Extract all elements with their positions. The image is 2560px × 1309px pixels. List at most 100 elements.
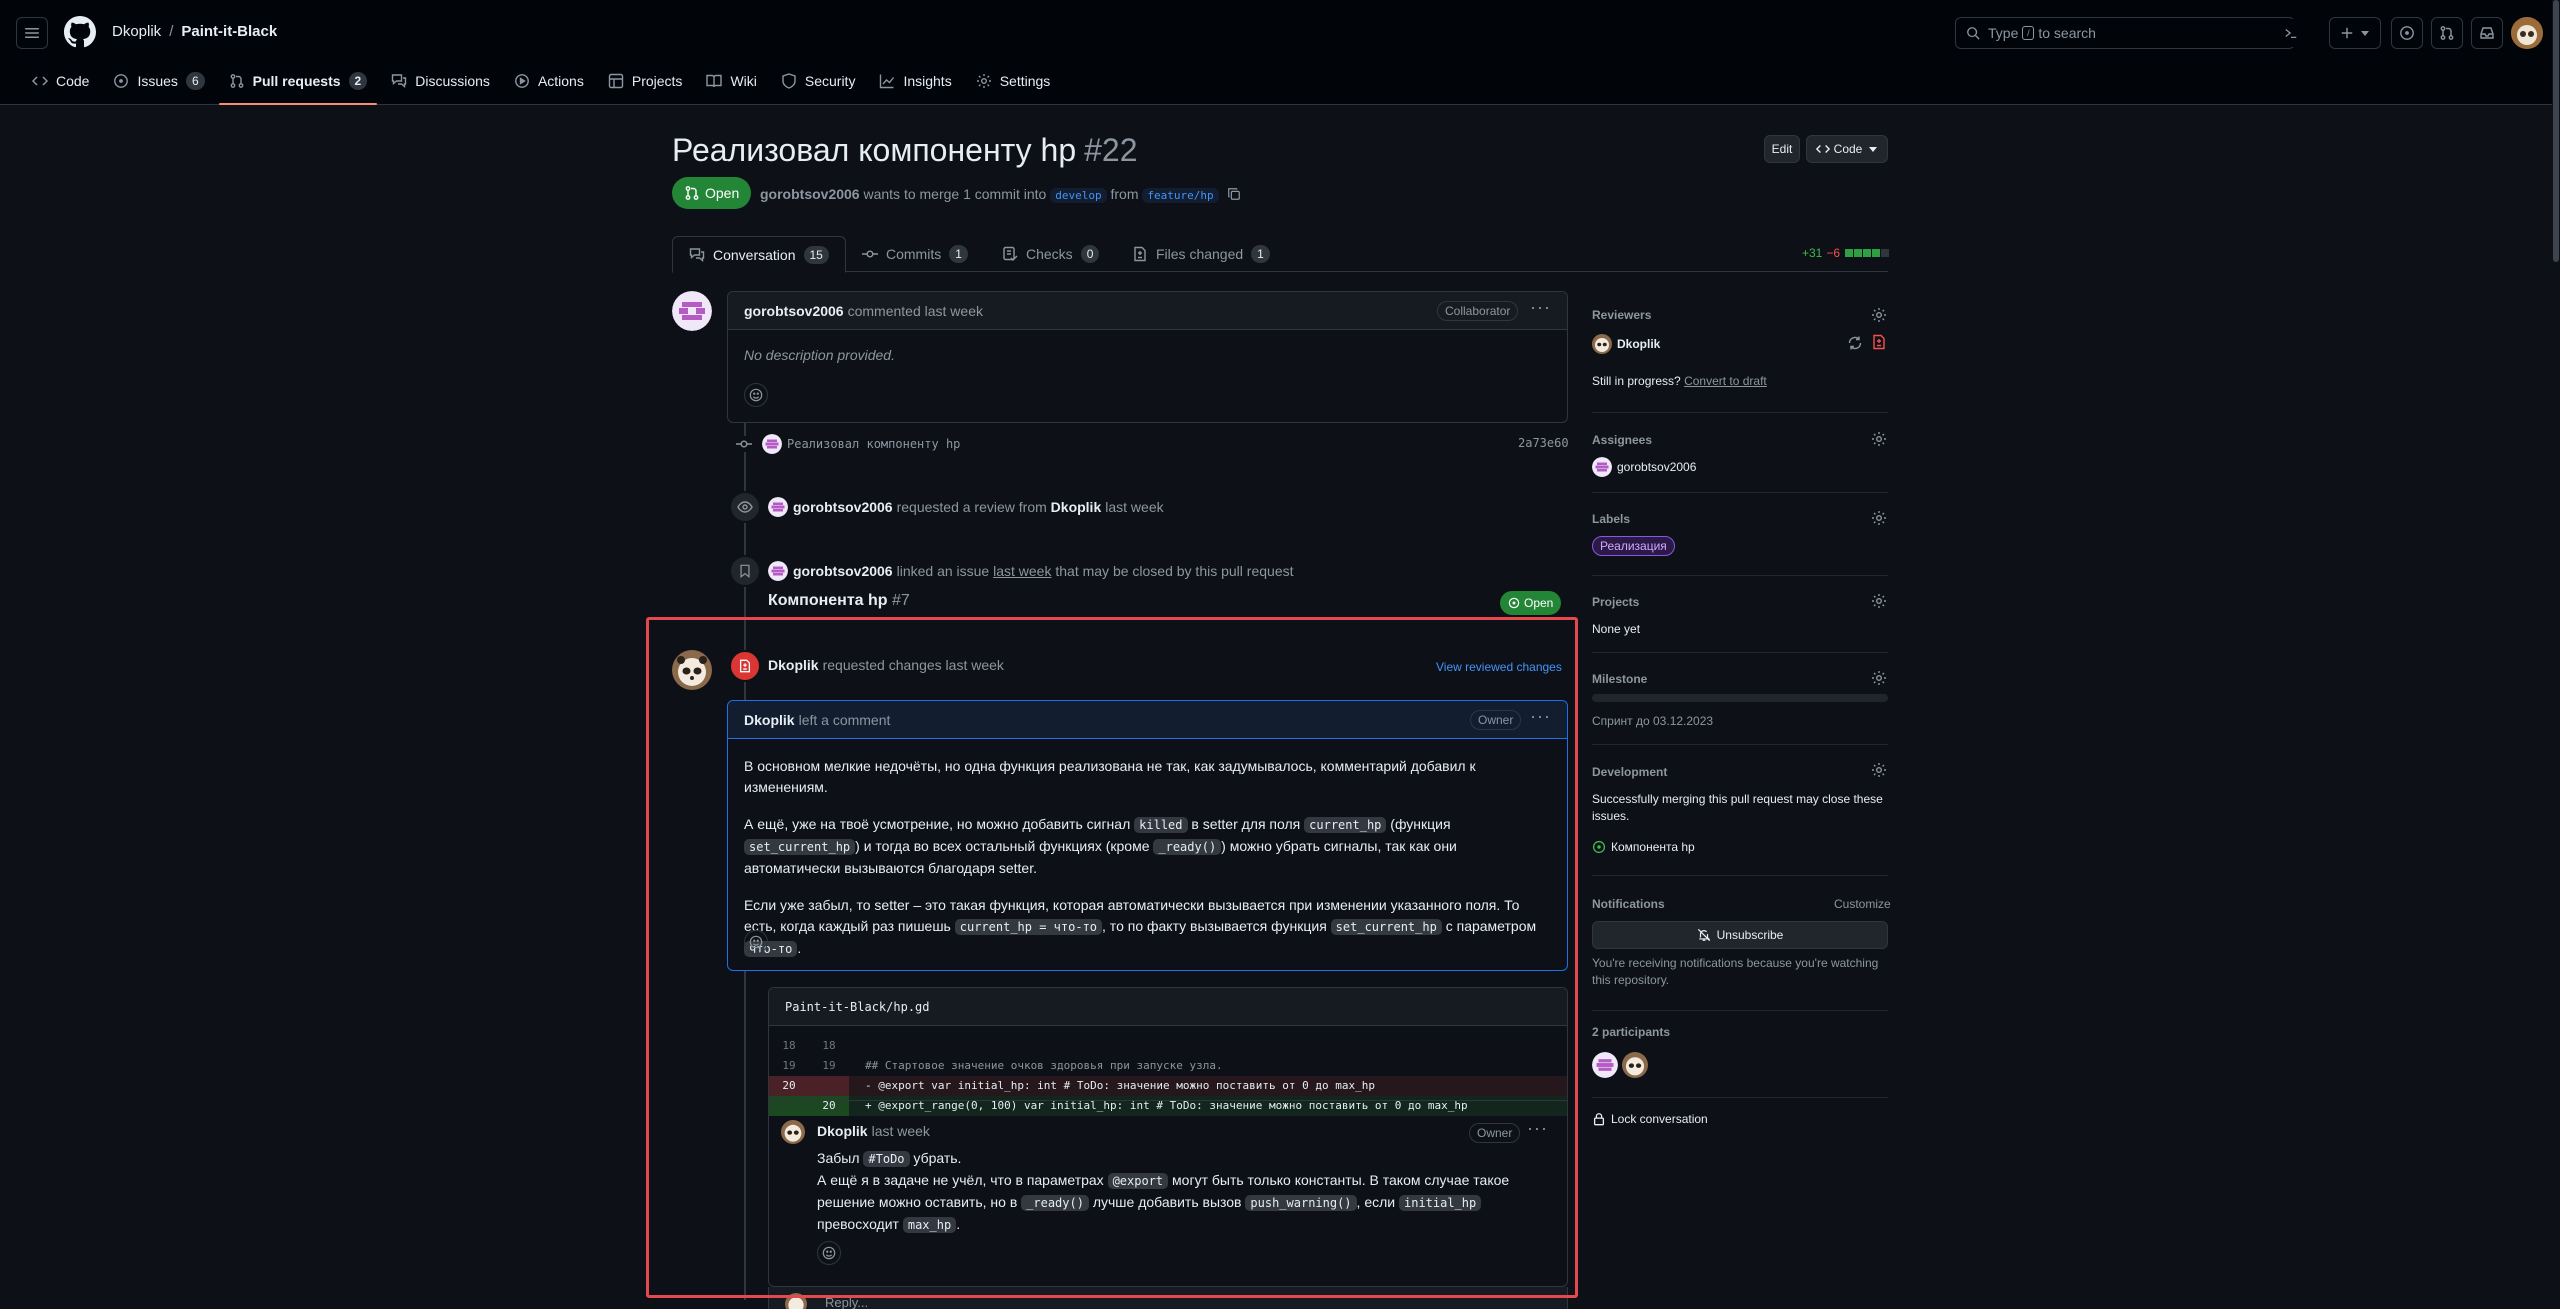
issues-button[interactable] xyxy=(2391,17,2423,49)
customize-link[interactable]: Customize xyxy=(1834,897,1891,911)
tab-projects[interactable]: Projects xyxy=(598,66,693,96)
draft-hint: Still in progress? Convert to draft xyxy=(1592,374,1767,388)
code-dropdown-button[interactable]: Code xyxy=(1806,135,1888,163)
head-branch[interactable]: feature/hp xyxy=(1142,188,1219,203)
milestone-value[interactable]: Спринт до 03.12.2023 xyxy=(1592,714,1713,728)
commit-message[interactable]: Реализовал компоненту hp xyxy=(787,437,960,451)
tab-pull-requests[interactable]: Pull requests 2 xyxy=(218,66,378,105)
comment-options-button[interactable]: ··· xyxy=(1530,297,1551,318)
linked-issue-title[interactable]: Компонента hp #7 xyxy=(768,592,910,610)
divider xyxy=(1592,575,1888,576)
book-icon xyxy=(706,74,723,88)
tab-conversation[interactable]: Conversation 15 xyxy=(672,236,846,273)
actor-avatar[interactable] xyxy=(768,497,788,517)
tab-security-label: Security xyxy=(804,73,856,89)
diffstat-block xyxy=(1863,249,1872,257)
breadcrumb: Dkoplik / Paint-it-Black xyxy=(112,23,277,40)
tab-commits[interactable]: Commits 1 xyxy=(846,236,984,272)
sync-icon[interactable] xyxy=(1847,335,1863,351)
development-heading: Development xyxy=(1592,765,1668,779)
user-avatar[interactable] xyxy=(2511,17,2543,49)
tab-code[interactable]: Code xyxy=(22,66,99,96)
scrollbar-thumb[interactable] xyxy=(2553,0,2559,262)
tab-security[interactable]: Security xyxy=(771,66,866,96)
owner-link[interactable]: Dkoplik xyxy=(112,23,161,40)
smiley-icon xyxy=(749,388,763,402)
search-input[interactable]: Type / to search xyxy=(1955,17,2295,49)
inbox-icon xyxy=(2480,27,2494,39)
development-issue[interactable]: Компонента hp xyxy=(1592,840,1695,854)
issues-count: 6 xyxy=(185,72,205,90)
add-reaction-button[interactable] xyxy=(744,383,768,407)
development-text: Successfully merging this pull request m… xyxy=(1592,792,1883,823)
tab-settings[interactable]: Settings xyxy=(966,66,1061,96)
identicon-avatar-icon xyxy=(1592,457,1612,477)
event-time: last week xyxy=(1105,499,1164,515)
participant-avatar[interactable] xyxy=(1622,1052,1648,1078)
command-palette-button[interactable] xyxy=(2277,19,2305,47)
play-icon xyxy=(515,74,529,88)
gear-icon[interactable] xyxy=(1871,593,1887,609)
gear-icon[interactable] xyxy=(1871,762,1887,778)
unsubscribe-label: Unsubscribe xyxy=(1716,928,1784,942)
event-text-2: that may be closed by this pull request xyxy=(1055,563,1294,579)
actor-link[interactable]: gorobtsov2006 xyxy=(793,563,893,579)
diffstat: +31 −6 xyxy=(1802,246,1890,260)
gear-icon[interactable] xyxy=(1871,510,1887,526)
author-avatar[interactable] xyxy=(672,291,712,331)
gear-icon[interactable] xyxy=(1871,431,1887,447)
gear-icon[interactable] xyxy=(1871,670,1887,686)
repo-link[interactable]: Paint-it-Black xyxy=(181,23,277,40)
tab-actions[interactable]: Actions xyxy=(504,66,594,96)
lock-conversation-button[interactable]: Lock conversation xyxy=(1592,1112,1708,1126)
actor-link[interactable]: gorobtsov2006 xyxy=(793,499,893,515)
pr-author-link[interactable]: gorobtsov2006 xyxy=(760,186,860,202)
gear-icon[interactable] xyxy=(1871,307,1887,323)
file-diff-icon xyxy=(1873,334,1885,350)
tab-wiki-label: Wiki xyxy=(730,73,757,89)
search-prefix: Type xyxy=(1988,25,2019,41)
caret-down-icon xyxy=(1869,147,1878,152)
tab-insights[interactable]: Insights xyxy=(869,66,961,96)
page-scrollbar[interactable] xyxy=(2552,0,2560,1309)
commit-author-avatar[interactable] xyxy=(762,434,782,454)
inbox-button[interactable] xyxy=(2471,17,2503,49)
tab-actions-label: Actions xyxy=(537,73,584,89)
convert-to-draft-link[interactable]: Convert to draft xyxy=(1684,374,1767,388)
assignee-item[interactable]: gorobtsov2006 xyxy=(1592,457,1696,477)
base-branch[interactable]: develop xyxy=(1050,188,1107,203)
comment-author[interactable]: gorobtsov2006 xyxy=(744,303,844,319)
review-request-badge xyxy=(729,491,761,523)
diffstat-block xyxy=(1872,249,1881,257)
unsubscribe-button[interactable]: Unsubscribe xyxy=(1592,921,1888,949)
tab-checks[interactable]: Checks 0 xyxy=(986,236,1115,272)
target-link[interactable]: Dkoplik xyxy=(1051,499,1102,515)
conversation-count: 15 xyxy=(803,245,829,264)
commit-sha[interactable]: 2a73e60 xyxy=(1518,436,1569,450)
tab-wiki[interactable]: Wiki xyxy=(696,66,766,96)
copy-icon[interactable] xyxy=(1227,187,1241,201)
issue-open-icon xyxy=(1592,840,1606,854)
create-new-button[interactable] xyxy=(2329,17,2381,49)
reviewer-item[interactable]: Dkoplik xyxy=(1592,334,1664,354)
tab-issues[interactable]: Issues 6 xyxy=(103,66,214,96)
edit-title-button[interactable]: Edit xyxy=(1764,135,1800,163)
search-shortcut-key: / xyxy=(2022,26,2035,40)
participant-avatar[interactable] xyxy=(1592,1052,1618,1078)
code-icon xyxy=(1815,145,1830,153)
tab-discussions[interactable]: Discussions xyxy=(381,66,500,96)
menu-button[interactable] xyxy=(16,17,48,49)
pr-title: Реализовал компоненту hp xyxy=(672,132,1077,168)
code-icon xyxy=(32,76,48,86)
pull-requests-button[interactable] xyxy=(2431,17,2463,49)
pull-request-icon xyxy=(685,186,699,200)
github-logo-icon[interactable] xyxy=(64,16,96,48)
development-issue-title: Компонента hp xyxy=(1611,840,1695,854)
comment-discussion-icon xyxy=(689,247,705,262)
tab-files-changed[interactable]: Files changed 1 xyxy=(1116,236,1286,272)
label-pill[interactable]: Реализация xyxy=(1592,536,1675,556)
actor-avatar[interactable] xyxy=(768,561,788,581)
caret-down-icon xyxy=(2361,31,2369,36)
event-time-link[interactable]: last week xyxy=(993,563,1051,579)
projects-heading: Projects xyxy=(1592,595,1640,609)
